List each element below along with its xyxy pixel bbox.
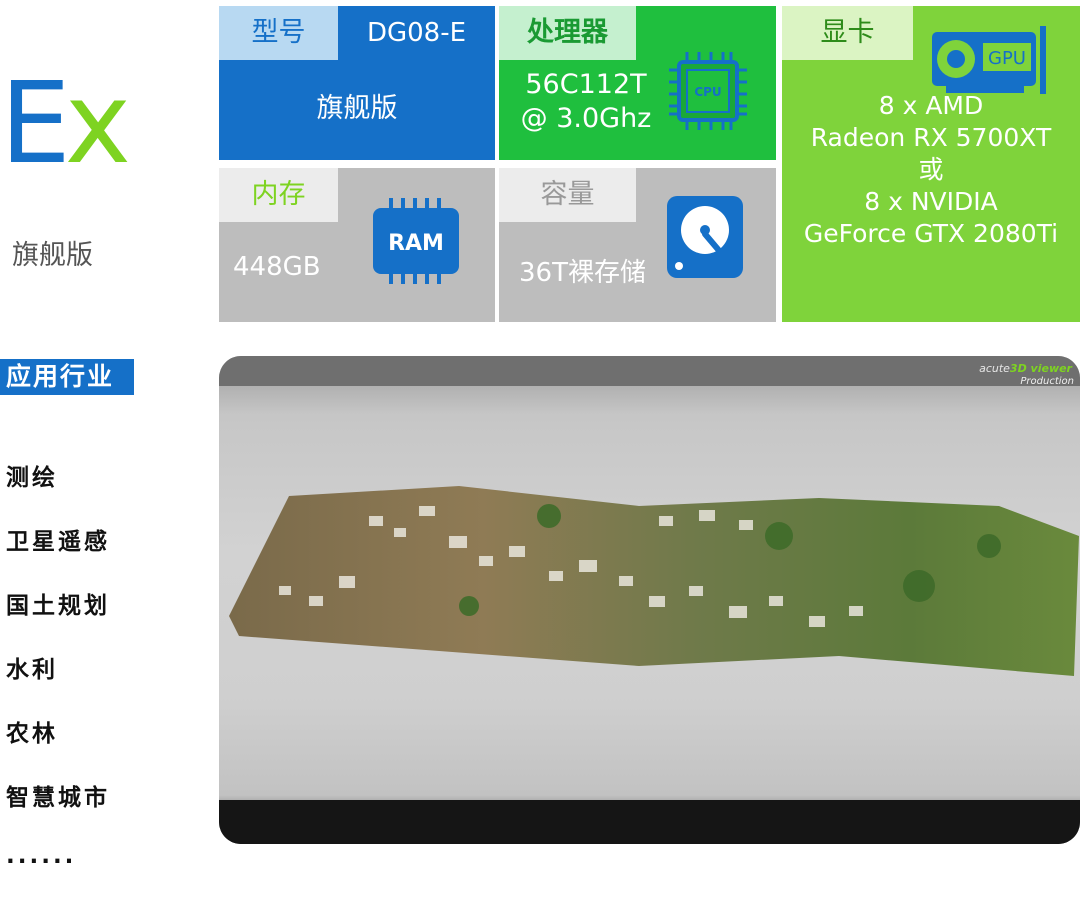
model-code: DG08-E xyxy=(366,18,467,48)
viewer-menubar xyxy=(219,356,1080,386)
cpu-value: 56C112T @ 3.0Ghz xyxy=(511,68,661,136)
spec-card-memory: 内存 448GB RAM xyxy=(219,168,495,322)
industry-item: 农林 xyxy=(6,721,58,747)
hard-disk-icon xyxy=(667,196,743,278)
viewer-photo: acute3D viewer Production xyxy=(219,356,1080,844)
viewer-brand: acute3D viewer xyxy=(979,362,1072,375)
viewer-tag: Production xyxy=(1020,376,1074,387)
industry-title: 应用行业 xyxy=(0,359,134,395)
cpu-frequency: @ 3.0Ghz xyxy=(520,103,652,134)
viewer-taskbar xyxy=(219,800,1080,844)
gpu-icon-label: GPU xyxy=(988,48,1026,69)
brand-letter-e: E xyxy=(0,59,71,189)
storage-value: 36T裸存储 xyxy=(519,258,646,288)
industry-list: 测绘 卫星遥感 国土规划 水利 农林 智慧城市 ······ xyxy=(6,462,110,904)
cpu-icon-label: CPU xyxy=(694,85,721,99)
cpu-cores: 56C112T xyxy=(525,69,647,100)
spec-card-gpu: 显卡 GPU 8 x AMD Radeon RX 5700XT 或 8 x NV… xyxy=(782,6,1080,322)
terrain-model-image xyxy=(229,486,1079,676)
viewer-brand-name: acute xyxy=(979,362,1010,375)
spec-card-storage: 容量 36T裸存储 xyxy=(499,168,776,322)
gpu-line: GeForce GTX 2080Ti xyxy=(803,219,1059,248)
page: Ex 旗舰版 应用行业 测绘 卫星遥感 国土规划 水利 农林 智慧城市 ····… xyxy=(0,0,1080,904)
gpu-line: 或 xyxy=(918,155,944,184)
memory-value: 448GB xyxy=(233,252,321,282)
spec-label-storage: 容量 xyxy=(499,168,636,222)
brand-letter-x: x xyxy=(64,59,131,189)
spec-label-cpu: 处理器 xyxy=(499,6,636,60)
industry-item: ······ xyxy=(6,849,77,875)
ram-icon-label: RAM xyxy=(388,231,444,256)
ram-icon: RAM xyxy=(373,198,459,284)
industry-item: 卫星遥感 xyxy=(6,529,110,555)
gpu-line: 8 x AMD xyxy=(878,91,984,120)
industry-item: 智慧城市 xyxy=(6,785,110,811)
edition-label: 旗舰版 xyxy=(12,240,93,271)
cpu-icon: CPU xyxy=(669,52,747,130)
industry-item: 国土规划 xyxy=(6,593,110,619)
gpu-line: Radeon RX 5700XT xyxy=(810,123,1052,152)
gpu-icon: GPU xyxy=(932,26,1046,94)
viewer-brand-highlight: 3D viewer xyxy=(1009,362,1072,375)
brand-logo: Ex xyxy=(0,68,131,180)
industry-item: 测绘 xyxy=(6,465,58,491)
gpu-value: 8 x AMD Radeon RX 5700XT 或 8 x NVIDIA Ge… xyxy=(782,90,1080,250)
spec-label-memory: 内存 xyxy=(219,168,338,222)
spec-label-gpu: 显卡 xyxy=(782,6,913,60)
spec-card-model: 型号 DG08-E 旗舰版 xyxy=(219,6,495,160)
spec-label-model: 型号 xyxy=(219,6,338,60)
model-value: 旗舰版 xyxy=(316,93,398,124)
industry-item: 水利 xyxy=(6,657,58,683)
spec-card-cpu: 处理器 56C112T @ 3.0Ghz CPU xyxy=(499,6,776,160)
gpu-line: 8 x NVIDIA xyxy=(864,187,998,216)
